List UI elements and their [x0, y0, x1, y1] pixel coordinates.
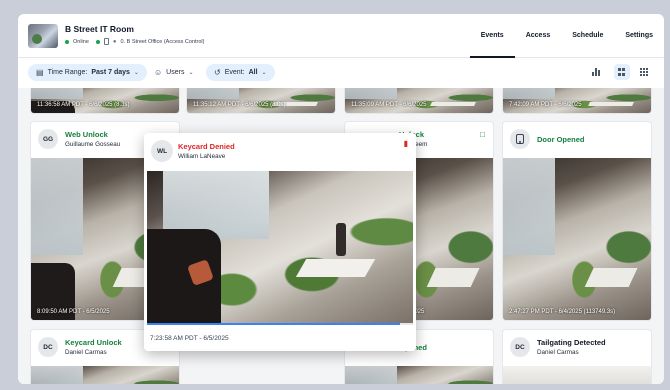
video-progress-fill [147, 323, 400, 325]
event-timestamp: 11:36:58 AM PDT - 6/6/2025 (8.3s) [37, 102, 130, 108]
chevron-down-icon: ⌄ [133, 70, 139, 76]
video-progress-bar[interactable] [147, 323, 413, 325]
grid-icon [618, 68, 626, 76]
camera-snapshot [187, 88, 335, 113]
event-card[interactable]: 11:35:09 AM PDT - 6/6/2025 [344, 88, 494, 114]
secondary-status-dot [95, 39, 100, 44]
event-title: Keycard Denied [178, 142, 235, 151]
event-card[interactable]: 7:42:09 AM PDT - 6/6/2025 [502, 88, 652, 114]
top-nav-tabs: Events Access Schedule Settings [469, 14, 664, 58]
event-filter[interactable]: ↺ Event: All ⌄ [206, 64, 275, 81]
filter-bar: ▤ Time Range: Past 7 days ⌄ ☺ Users ⌄ ↺ … [18, 58, 664, 88]
tab-events[interactable]: Events [469, 14, 515, 58]
tab-schedule[interactable]: Schedule [561, 14, 614, 58]
event-timestamp: 7:23:58 AM PDT - 6/5/2025 [150, 335, 229, 342]
compact-grid-view-button[interactable] [636, 64, 652, 80]
chart-view-button[interactable] [588, 64, 604, 80]
camera-snapshot [31, 88, 179, 113]
event-timestamp: 8:09:50 AM PDT - 6/5/2025 [37, 309, 110, 315]
event-title: Tailgating Detected [537, 338, 606, 347]
chevron-down-icon: ⌄ [188, 70, 194, 76]
camera-snapshot [31, 366, 179, 384]
device-subtitle: Online ● 0. B Street Office (Access Cont… [65, 38, 205, 45]
event-type-icon: ↺ [214, 68, 221, 77]
camera-video-preview[interactable] [147, 171, 413, 323]
time-range-filter[interactable]: ▤ Time Range: Past 7 days ⌄ [28, 64, 147, 81]
event-user-name: Guillaume Gosseau [65, 141, 121, 148]
monitor-icon: □ [480, 130, 485, 139]
event-title: Web Unlock [65, 130, 108, 139]
time-range-value: Past 7 days [91, 69, 130, 76]
user-icon: ☺ [154, 68, 163, 77]
app-window: B Street IT Room Online ● 0. B Street Of… [18, 14, 664, 384]
device-icon [103, 38, 109, 45]
location-text: 0. B Street Office (Access Control) [120, 38, 205, 45]
event-title: Keycard Unlock [65, 338, 122, 347]
event-timestamp: 11:35:12 AM PDT - 6/6/2025 (8.0s) [193, 102, 286, 108]
event-card-header: DC Tailgating Detected Daniel Carmas [503, 330, 651, 364]
event-title: Door Opened [537, 135, 585, 144]
event-timestamp: 7:42:09 AM PDT - 6/6/2025 [509, 102, 582, 108]
users-filter[interactable]: ☺ Users ⌄ [146, 64, 201, 81]
grid-view-button[interactable] [614, 64, 630, 80]
event-preview-popup[interactable]: WL Keycard Denied William LaNeave ▮ 7:23… [144, 133, 416, 351]
event-user-name: William LaNeave [178, 153, 226, 160]
device-header: B Street IT Room Online ● 0. B Street Of… [18, 14, 664, 58]
camera-snapshot [345, 88, 493, 113]
location-pin-icon: ● [112, 38, 117, 45]
camera-snapshot [503, 88, 651, 113]
event-card[interactable]: 11:35:12 AM PDT - 6/6/2025 (8.0s) [186, 88, 336, 114]
camera-snapshot [503, 158, 651, 320]
device-thumbnail [28, 24, 58, 48]
door-avatar [510, 129, 530, 149]
page-title: B Street IT Room [65, 24, 134, 34]
event-card[interactable]: Door Opened 2:47:27 PM PDT - 6/4/2025 (1… [502, 121, 652, 321]
calendar-icon: ▤ [36, 68, 44, 77]
event-card[interactable]: 11:36:58 AM PDT - 6/6/2025 (8.3s) [30, 88, 180, 114]
tab-settings[interactable]: Settings [614, 14, 664, 58]
bar-chart-icon [592, 68, 600, 76]
chevron-down-icon: ⌄ [261, 70, 267, 76]
compact-grid-icon [640, 68, 648, 76]
door-icon [516, 134, 524, 144]
event-timestamp: 2:47:27 PM PDT - 6/4/2025 (113749.3s) [509, 309, 616, 315]
users-label: Users [166, 69, 185, 76]
tab-access[interactable]: Access [515, 14, 562, 58]
avatar: DC [510, 337, 530, 357]
camera-snapshot [503, 366, 651, 384]
status-text: Online [73, 38, 89, 45]
camera-snapshot [345, 366, 493, 384]
event-user-name: Daniel Carmas [65, 349, 107, 356]
keycard-icon: ▮ [403, 139, 408, 148]
online-status-dot [65, 39, 69, 44]
avatar: DC [38, 337, 58, 357]
event-card[interactable]: DC Tailgating Detected Daniel Carmas [502, 329, 652, 384]
time-range-label: Time Range: [47, 69, 88, 76]
event-value: All [248, 69, 258, 76]
avatar: WL [151, 140, 173, 162]
event-timestamp: 11:35:09 AM PDT - 6/6/2025 [351, 102, 427, 108]
event-user-name: Daniel Carmas [537, 349, 579, 356]
avatar: GG [38, 129, 58, 149]
event-label: Event: [224, 69, 245, 76]
event-card-header: Door Opened [503, 122, 651, 156]
